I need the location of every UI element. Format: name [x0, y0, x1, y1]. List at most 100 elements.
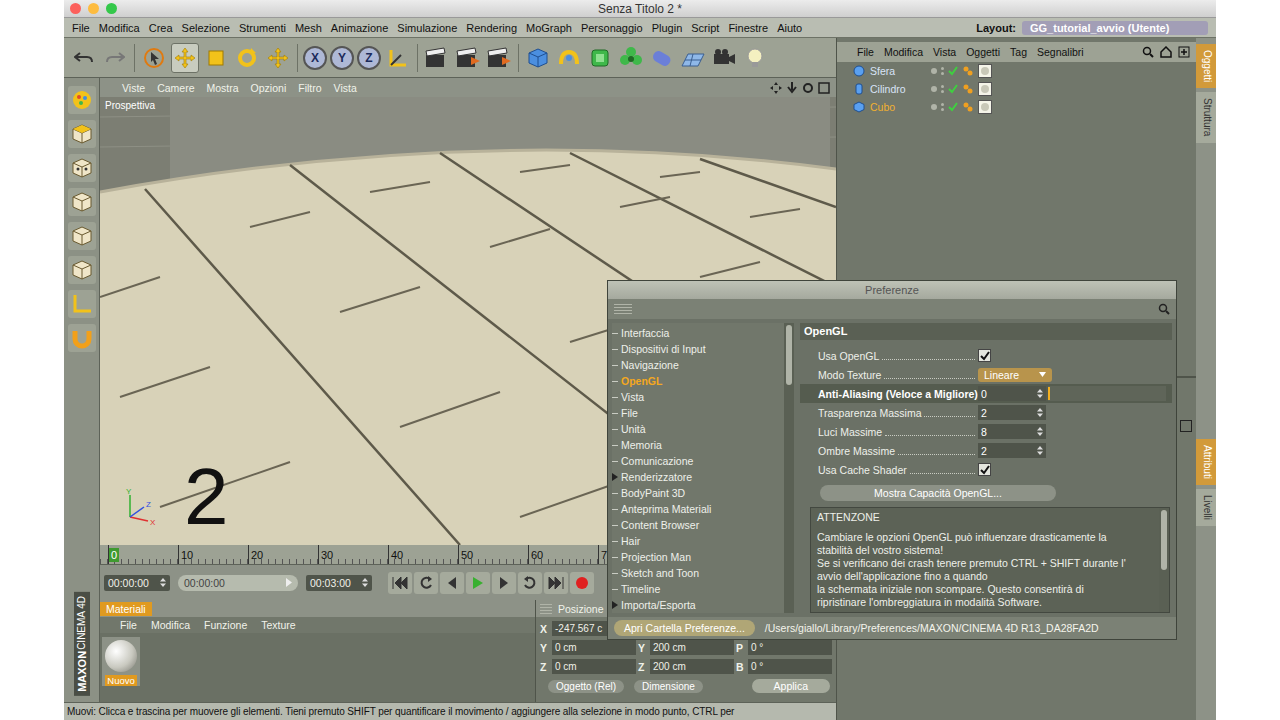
time-range-slider[interactable]: 00:00:00 [178, 575, 298, 591]
category-item[interactable]: Timeline [612, 581, 784, 597]
category-item[interactable]: Interfaccia [612, 325, 784, 341]
render-icon[interactable] [454, 43, 482, 73]
category-item[interactable]: Projection Man [612, 549, 784, 565]
menu-item[interactable]: File [120, 619, 137, 631]
zoom-button[interactable] [106, 3, 117, 14]
menu-item[interactable]: Vista [933, 46, 956, 58]
category-item[interactable]: OpenGL [612, 373, 784, 389]
magnet-mode-icon[interactable] [68, 324, 96, 352]
category-item[interactable]: Sketch and Toon [612, 565, 784, 581]
menu-item[interactable]: Rendering [466, 22, 517, 34]
coordinate-mode-dropdown[interactable]: Oggetto (Rel) [548, 680, 624, 693]
rotate-tool-icon[interactable] [233, 43, 261, 73]
number-field[interactable]: 2 [978, 443, 1046, 458]
apply-button[interactable]: Applica [752, 679, 830, 693]
viewport-menu-item[interactable]: Filtro [298, 82, 321, 94]
record-icon[interactable] [570, 572, 594, 594]
menu-item[interactable]: Finestre [728, 22, 768, 34]
visibility-dot[interactable] [931, 104, 937, 110]
menu-item[interactable]: Script [691, 22, 719, 34]
material-swatch[interactable]: Nuovo [102, 637, 140, 686]
scrollbar[interactable] [1159, 508, 1169, 612]
menu-item[interactable]: Selezione [182, 22, 230, 34]
dice-mode-icon[interactable] [68, 154, 96, 182]
menu-item[interactable]: Segnalibri [1037, 46, 1084, 58]
bend-icon[interactable] [555, 43, 583, 73]
position-field[interactable]: 0 cm [552, 659, 636, 674]
flower-icon[interactable] [617, 43, 645, 73]
menu-item[interactable]: Modifica [99, 22, 140, 34]
viewport-menu-item[interactable]: Opzioni [251, 82, 287, 94]
dialog-title-bar[interactable]: Preferenze [608, 281, 1176, 299]
category-item[interactable]: Importa/Esporta [612, 597, 784, 613]
start-time-field[interactable]: 00:00:00 [104, 575, 170, 591]
menu-item[interactable]: Aiuto [777, 22, 802, 34]
viewport-menu-item[interactable]: Vista [334, 82, 357, 94]
category-item[interactable]: BodyPaint 3D [612, 485, 784, 501]
minimize-button[interactable] [88, 3, 99, 14]
menu-item[interactable]: Mesh [295, 22, 322, 34]
pan-icon[interactable] [770, 82, 782, 94]
menu-item[interactable]: Plugin [652, 22, 683, 34]
scrollbar[interactable] [784, 323, 794, 613]
next-key-icon[interactable] [518, 572, 542, 594]
new-panel-icon[interactable] [1180, 420, 1192, 432]
search-icon[interactable] [1158, 303, 1170, 315]
size-field[interactable]: 200 cm [650, 640, 734, 655]
maximize-icon[interactable] [818, 82, 830, 94]
end-time-field[interactable]: 00:03:00 [306, 575, 372, 591]
viewport-menu-item[interactable]: Viste [122, 82, 145, 94]
new-panel-icon[interactable] [1178, 46, 1190, 58]
home-icon[interactable] [1160, 46, 1172, 58]
cube-icon[interactable] [524, 43, 552, 73]
move-tool-icon[interactable] [171, 43, 199, 73]
menu-item[interactable]: File [857, 46, 874, 58]
slider[interactable] [1048, 386, 1166, 401]
category-item[interactable]: Comunicazione [612, 453, 784, 469]
expand-arrow-icon[interactable] [612, 601, 618, 609]
category-item[interactable]: Memoria [612, 437, 784, 453]
viewport-menu-item[interactable]: Mostra [207, 82, 239, 94]
menu-item[interactable]: Modifica [884, 46, 923, 58]
phong-tag-icon[interactable] [962, 65, 974, 77]
side-tab[interactable]: Attributi [1196, 439, 1216, 485]
select-tool-icon[interactable] [140, 43, 168, 73]
layout-dropdown[interactable]: GG_tutorial_avvio (Utente) [1022, 21, 1208, 35]
rotation-field[interactable]: 0 ° [748, 659, 832, 674]
go-to-start-icon[interactable] [388, 572, 412, 594]
render-icon[interactable] [423, 43, 451, 73]
undo-icon[interactable] [70, 43, 98, 73]
category-item[interactable]: File [612, 405, 784, 421]
menu-item[interactable]: Crea [149, 22, 173, 34]
side-tab[interactable]: Oggetti [1196, 44, 1216, 88]
menu-item[interactable]: Funzione [204, 619, 247, 631]
enabled-check-icon[interactable] [948, 102, 958, 112]
checkbox[interactable] [978, 463, 991, 476]
menu-item[interactable]: Personaggio [581, 22, 643, 34]
category-item[interactable]: Content Browser [612, 517, 784, 533]
menu-item[interactable]: Oggetti [966, 46, 1000, 58]
scale-tool-icon[interactable] [202, 43, 230, 73]
category-item[interactable]: Renderizzatore [612, 469, 784, 485]
enabled-check-icon[interactable] [948, 66, 958, 76]
paint-mode-icon[interactable] [68, 86, 96, 114]
cube3-mode-icon[interactable] [68, 222, 96, 250]
number-field[interactable]: 0 [978, 386, 1046, 401]
menu-item[interactable]: MoGraph [526, 22, 572, 34]
side-tab[interactable]: Struttura [1196, 92, 1216, 142]
number-field[interactable]: 8 [978, 424, 1046, 439]
visibility-dot[interactable] [931, 86, 937, 92]
coordinate-system-icon[interactable] [384, 43, 412, 73]
open-folder-button[interactable]: Apri Cartella Preferenze... [614, 620, 755, 636]
number-field[interactable]: 2 [978, 405, 1046, 420]
visibility-dot[interactable] [931, 68, 937, 74]
axis-lock-button[interactable]: Z [357, 46, 381, 70]
category-item[interactable]: Unità [612, 421, 784, 437]
search-icon[interactable] [1142, 46, 1154, 58]
texture-tag-icon[interactable] [978, 82, 992, 96]
close-button[interactable] [70, 3, 81, 14]
object-row[interactable]: Sfera [837, 62, 1196, 80]
menu-item[interactable]: Simulazione [397, 22, 457, 34]
recent-tool-icon[interactable] [264, 43, 292, 73]
render-icon[interactable] [485, 43, 513, 73]
